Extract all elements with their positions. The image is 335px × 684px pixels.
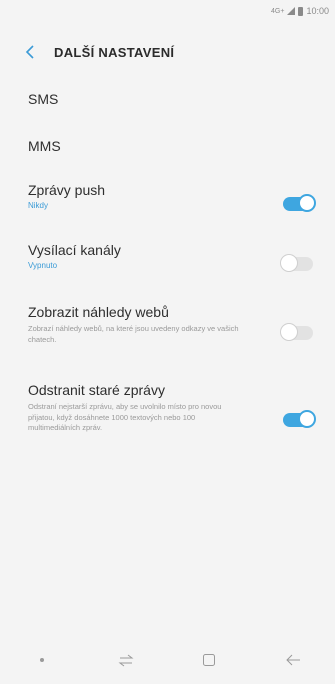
setting-sms-label: SMS	[28, 91, 59, 107]
setting-broadcast-value: Vypnuto	[28, 261, 58, 270]
toggle-knob	[298, 194, 316, 212]
setting-push[interactable]: Zprávy push Nikdy	[0, 174, 335, 234]
setting-web-preview-description: Zobrazí náhledy webů, na které jsou uved…	[28, 324, 239, 344]
setting-broadcast[interactable]: Vysílací kanály Vypnuto	[0, 234, 335, 294]
broadcast-toggle[interactable]	[280, 254, 313, 272]
setting-delete-old-label: Odstranit staré zprávy	[28, 382, 165, 398]
page-title: DALŠÍ NASTAVENÍ	[54, 44, 175, 60]
setting-mms[interactable]: MMS	[0, 118, 335, 174]
recents-icon	[118, 654, 134, 667]
settings-list: SMS MMS Zprávy push Nikdy Vysílací kanál…	[0, 80, 335, 468]
setting-web-preview[interactable]: Zobrazit náhledy webů Zobrazí náhledy we…	[0, 294, 335, 372]
setting-sms[interactable]: SMS	[0, 80, 335, 118]
toggle-knob	[280, 323, 298, 341]
chevron-left-icon	[25, 45, 34, 59]
dot-icon	[39, 658, 44, 662]
setting-broadcast-label: Vysílací kanály	[28, 242, 121, 258]
dot-button[interactable]	[22, 640, 62, 680]
setting-push-value: Nikdy	[28, 201, 49, 210]
clock: 10:00	[306, 6, 329, 16]
battery-icon	[298, 6, 304, 16]
recents-button[interactable]	[106, 640, 146, 680]
toggle-knob	[298, 410, 316, 428]
delete-old-toggle[interactable]	[283, 410, 316, 428]
push-toggle[interactable]	[283, 194, 316, 212]
settings-screen: 4G+ 10:00 DALŠÍ NASTAVENÍ SMS MMS Zprávy…	[0, 0, 335, 684]
home-icon	[203, 654, 216, 666]
signal-icon	[287, 7, 296, 15]
back-arrow-icon	[286, 654, 301, 666]
toggle-knob	[280, 254, 298, 272]
setting-push-label: Zprávy push	[28, 182, 106, 198]
setting-web-preview-label: Zobrazit náhledy webů	[28, 304, 169, 320]
setting-delete-old-description: Odstraní nejstarší zprávu, aby se uvolni…	[28, 402, 222, 432]
home-button[interactable]	[189, 640, 229, 680]
navigation-bar	[0, 636, 335, 684]
status-bar: 4G+ 10:00	[0, 0, 335, 22]
web-preview-toggle[interactable]	[280, 323, 313, 341]
setting-mms-label: MMS	[28, 138, 61, 154]
back-nav-button[interactable]	[273, 640, 313, 680]
network-type: 4G+	[271, 7, 285, 15]
setting-delete-old[interactable]: Odstranit staré zprávy Odstraní nejstarš…	[0, 372, 335, 468]
back-button[interactable]	[14, 36, 46, 68]
app-bar: DALŠÍ NASTAVENÍ	[0, 30, 335, 74]
